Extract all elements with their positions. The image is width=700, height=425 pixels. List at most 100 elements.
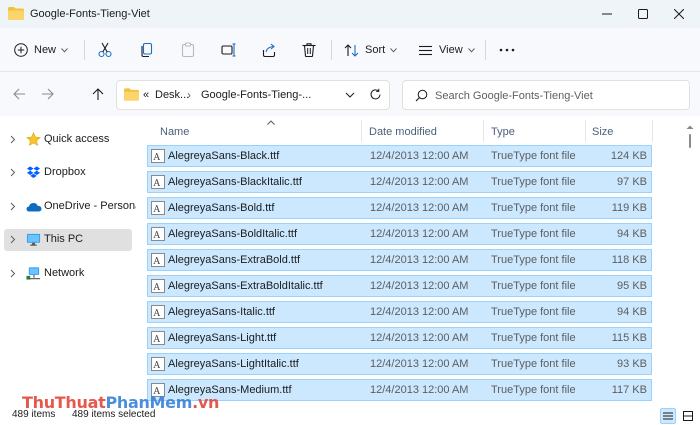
- arrow-up-icon: [92, 87, 104, 100]
- font-file-icon: A: [151, 201, 165, 215]
- font-file-icon: A: [151, 279, 165, 293]
- close-button[interactable]: [656, 0, 700, 28]
- refresh-icon[interactable]: [369, 88, 382, 101]
- column-header-type[interactable]: Type: [484, 120, 584, 144]
- watermark-part-3: .vn: [192, 393, 220, 412]
- address-bar[interactable]: « Desk... › Google-Fonts-Tieng-...: [116, 80, 390, 110]
- back-button[interactable]: [9, 84, 29, 104]
- rename-icon: [221, 43, 236, 57]
- file-row[interactable]: A AlegreyaSans-Medium.ttf 12/4/2013 12:0…: [147, 379, 652, 401]
- divider: [485, 40, 486, 60]
- sidebar-item-this-pc[interactable]: This PC: [4, 229, 132, 251]
- chevron-right-icon[interactable]: [10, 202, 16, 211]
- paste-button[interactable]: [180, 36, 196, 64]
- file-name: AlegreyaSans-BlackItalic.ttf: [168, 176, 302, 188]
- file-row[interactable]: A AlegreyaSans-Black.ttf 12/4/2013 12:00…: [147, 145, 652, 167]
- sort-button[interactable]: Sort: [344, 36, 398, 64]
- file-name: AlegreyaSans-LightItalic.ttf: [168, 358, 299, 370]
- onedrive-icon: [26, 203, 42, 212]
- column-header-size[interactable]: Size: [586, 120, 652, 144]
- chevron-right-icon[interactable]: [10, 235, 16, 244]
- sidebar-item-network[interactable]: Network: [4, 263, 132, 285]
- copy-button[interactable]: [139, 36, 155, 64]
- file-row[interactable]: A AlegreyaSans-Italic.ttf 12/4/2013 12:0…: [147, 301, 652, 323]
- file-date: 12/4/2013 12:00 AM: [370, 202, 469, 214]
- share-button[interactable]: [261, 36, 277, 64]
- column-type-label: Type: [491, 126, 515, 138]
- svg-text:A: A: [153, 205, 161, 215]
- file-date: 12/4/2013 12:00 AM: [370, 254, 469, 266]
- arrow-right-icon: [41, 88, 54, 100]
- svg-text:A: A: [153, 283, 161, 293]
- file-name: AlegreyaSans-Italic.ttf: [168, 306, 275, 318]
- file-type: TrueType font file: [491, 254, 576, 266]
- star-icon: [26, 132, 41, 146]
- file-row[interactable]: A AlegreyaSans-LightItalic.ttf 12/4/2013…: [147, 353, 652, 375]
- dropbox-icon: [26, 166, 41, 179]
- sidebar-item-dropbox[interactable]: Dropbox: [4, 162, 132, 184]
- more-button[interactable]: [499, 36, 515, 64]
- chevron-right-icon[interactable]: [10, 269, 16, 278]
- details-view-button[interactable]: [660, 408, 676, 424]
- up-button[interactable]: [88, 84, 108, 104]
- scroll-thumb[interactable]: [689, 134, 691, 148]
- column-size-label: Size: [592, 126, 614, 138]
- delete-button[interactable]: [301, 36, 317, 64]
- minimize-icon: [602, 13, 612, 15]
- new-button[interactable]: New: [14, 36, 68, 64]
- delete-icon: [302, 43, 316, 58]
- svg-text:A: A: [153, 153, 161, 163]
- file-row[interactable]: A AlegreyaSans-Bold.ttf 12/4/2013 12:00 …: [147, 197, 652, 219]
- column-divider[interactable]: [652, 120, 653, 142]
- file-type: TrueType font file: [491, 150, 576, 162]
- sort-icon: [344, 43, 359, 57]
- file-type: TrueType font file: [491, 176, 576, 188]
- breadcrumb-desktop[interactable]: Desk...: [155, 89, 189, 101]
- chevron-down-icon[interactable]: [345, 90, 355, 100]
- file-row[interactable]: A AlegreyaSans-ExtraBoldItalic.ttf 12/4/…: [147, 275, 652, 297]
- chevron-down-icon: [61, 47, 68, 53]
- svg-text:A: A: [153, 231, 161, 241]
- file-type: TrueType font file: [491, 332, 576, 344]
- breadcrumb-overflow[interactable]: «: [143, 89, 149, 101]
- tiles-view-button[interactable]: [680, 408, 696, 424]
- chevron-right-icon[interactable]: [10, 135, 16, 144]
- column-header-date[interactable]: Date modified: [362, 120, 483, 144]
- cut-button[interactable]: [97, 36, 113, 64]
- file-row[interactable]: A AlegreyaSans-BoldItalic.ttf 12/4/2013 …: [147, 223, 652, 245]
- font-file-icon: A: [151, 253, 165, 267]
- file-row[interactable]: A AlegreyaSans-BlackItalic.ttf 12/4/2013…: [147, 171, 652, 193]
- sidebar-item-onedrive[interactable]: OneDrive - Personal: [4, 196, 144, 218]
- svg-text:A: A: [153, 257, 161, 267]
- search-box[interactable]: [402, 80, 690, 110]
- sidebar-item-quick-access[interactable]: Quick access: [4, 129, 132, 151]
- svg-text:A: A: [153, 361, 161, 371]
- vertical-scrollbar[interactable]: [684, 124, 696, 404]
- file-list: Name Date modified Type Size A AlegreyaS…: [136, 116, 700, 407]
- forward-button[interactable]: [37, 84, 57, 104]
- file-name: AlegreyaSans-ExtraBold.ttf: [168, 254, 301, 266]
- file-type: TrueType font file: [491, 384, 576, 396]
- file-size: 94 KB: [617, 306, 647, 318]
- more-icon: [499, 48, 515, 52]
- file-size: 95 KB: [617, 280, 647, 292]
- file-type: TrueType font file: [491, 280, 576, 292]
- file-size: 93 KB: [617, 358, 647, 370]
- breadcrumb-current[interactable]: Google-Fonts-Tieng-...: [201, 89, 311, 101]
- watermark: ThuThuatPhanMem.vn: [22, 393, 219, 412]
- sort-ascending-icon: [267, 120, 275, 125]
- rename-button[interactable]: [221, 36, 237, 64]
- svg-text:A: A: [153, 179, 161, 189]
- column-header-name[interactable]: Name: [147, 120, 357, 144]
- file-row[interactable]: A AlegreyaSans-Light.ttf 12/4/2013 12:00…: [147, 327, 652, 349]
- copy-icon: [141, 42, 153, 58]
- svg-text:A: A: [153, 335, 161, 345]
- view-button[interactable]: View: [418, 36, 475, 64]
- search-input[interactable]: [435, 87, 683, 105]
- file-row[interactable]: A AlegreyaSans-ExtraBold.ttf 12/4/2013 1…: [147, 249, 652, 271]
- view-label: View: [439, 44, 463, 56]
- chevron-right-icon[interactable]: [10, 168, 16, 177]
- maximize-icon: [638, 9, 648, 19]
- scroll-up-icon[interactable]: [686, 124, 694, 130]
- arrow-left-icon: [12, 88, 25, 100]
